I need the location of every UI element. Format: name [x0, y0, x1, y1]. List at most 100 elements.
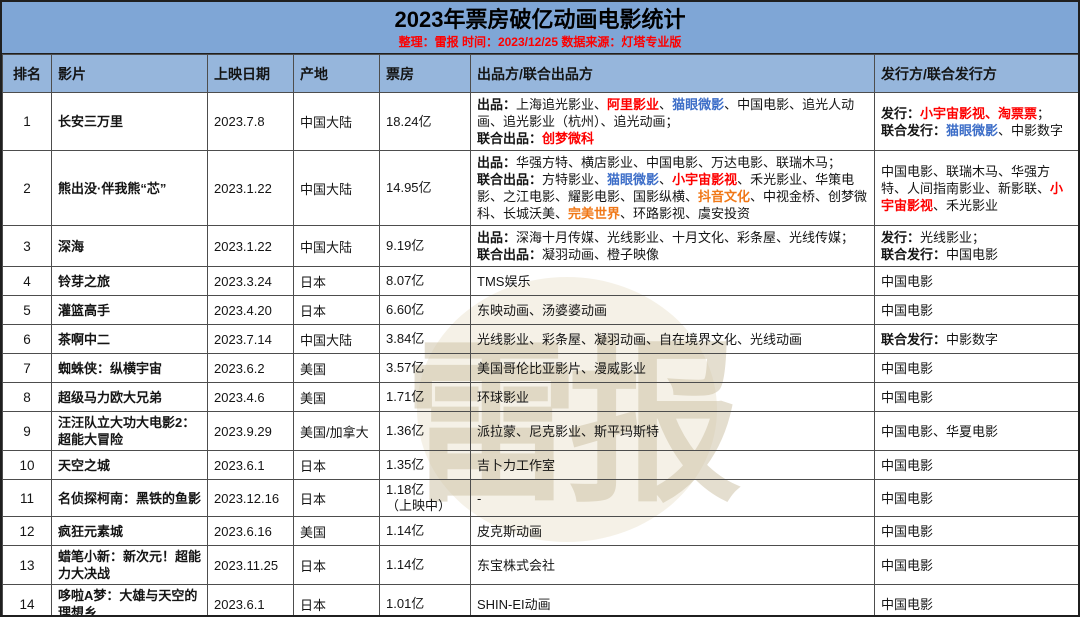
release-date-cell: 2023.6.1 — [208, 451, 294, 480]
distributors-cell: 中国电影 — [875, 383, 1080, 412]
rank-cell: 2 — [3, 151, 52, 226]
table-row: 2 熊出没·伴我熊“芯” 2023.1.22 中国大陆 14.95亿 出品：华强… — [3, 151, 1080, 226]
region-cell: 日本 — [294, 585, 380, 617]
rank-cell: 14 — [3, 585, 52, 617]
table-row: 6 茶啊中二 2023.7.14 中国大陆 3.84亿 光线影业、彩条屋、凝羽动… — [3, 325, 1080, 354]
producers-cell: - — [471, 480, 875, 517]
table-row: 4 铃芽之旅 2023.3.24 日本 8.07亿 TMS娱乐 中国电影 — [3, 267, 1080, 296]
rank-cell: 9 — [3, 412, 52, 451]
rank-cell: 4 — [3, 267, 52, 296]
distributors-cell: 中国电影 — [875, 585, 1080, 617]
region-cell: 美国 — [294, 517, 380, 546]
film-title-cell: 茶啊中二 — [52, 325, 208, 354]
rank-cell: 12 — [3, 517, 52, 546]
distributors-cell: 中国电影 — [875, 267, 1080, 296]
release-date-cell: 2023.6.16 — [208, 517, 294, 546]
table-row: 7 蜘蛛侠：纵横宇宙 2023.6.2 美国 3.57亿 美国哥伦比亚影片、漫威… — [3, 354, 1080, 383]
release-date-cell: 2023.1.22 — [208, 151, 294, 226]
spreadsheet-page: 雷报 2023年票房破亿动画电影统计 整理：雷报 时间：2023/12/25 数… — [0, 0, 1080, 617]
distributors-cell: 中国电影 — [875, 480, 1080, 517]
table-row: 8 超级马力欧大兄弟 2023.4.6 美国 1.71亿 环球影业 中国电影 — [3, 383, 1080, 412]
col-header-distributors: 发行方/联合发行方 — [875, 55, 1080, 93]
distributors-cell: 中国电影 — [875, 451, 1080, 480]
film-title-cell: 深海 — [52, 226, 208, 267]
producers-cell: 出品：深海十月传媒、光线影业、十月文化、彩条屋、光线传媒； 联合出品：凝羽动画、… — [471, 226, 875, 267]
region-cell: 中国大陆 — [294, 325, 380, 354]
boxoffice-cell: 1.35亿 — [380, 451, 471, 480]
boxoffice-cell: 14.95亿 — [380, 151, 471, 226]
table-row: 5 灌篮高手 2023.4.20 日本 6.60亿 东映动画、汤婆婆动画 中国电… — [3, 296, 1080, 325]
release-date-cell: 2023.7.14 — [208, 325, 294, 354]
rank-cell: 3 — [3, 226, 52, 267]
producers-cell: 吉卜力工作室 — [471, 451, 875, 480]
region-cell: 中国大陆 — [294, 226, 380, 267]
release-date-cell: 2023.6.1 — [208, 585, 294, 617]
film-title-cell: 长安三万里 — [52, 93, 208, 151]
boxoffice-cell: 1.18亿 （上映中） — [380, 480, 471, 517]
table-row: 14 哆啦A梦：大雄与天空的理想乡 2023.6.1 日本 1.01亿 SHIN… — [3, 585, 1080, 617]
release-date-cell: 2023.1.22 — [208, 226, 294, 267]
region-cell: 美国 — [294, 354, 380, 383]
rank-cell: 6 — [3, 325, 52, 354]
film-title-cell: 灌篮高手 — [52, 296, 208, 325]
distributors-cell: 中国电影 — [875, 296, 1080, 325]
rank-cell: 5 — [3, 296, 52, 325]
release-date-cell: 2023.12.16 — [208, 480, 294, 517]
distributors-cell: 中国电影 — [875, 546, 1080, 585]
header-row: 排名 影片 上映日期 产地 票房 出品方/联合出品方 发行方/联合发行方 — [3, 55, 1080, 93]
distributors-cell: 联合发行：中影数字 — [875, 325, 1080, 354]
film-title-cell: 名侦探柯南：黑铁的鱼影 — [52, 480, 208, 517]
table-row: 1 长安三万里 2023.7.8 中国大陆 18.24亿 出品：上海追光影业、阿… — [3, 93, 1080, 151]
producers-cell: SHIN-EI动画 — [471, 585, 875, 617]
table-row: 13 蜡笔小新：新次元！超能力大决战 2023.11.25 日本 1.14亿 东… — [3, 546, 1080, 585]
movies-table: 排名 影片 上映日期 产地 票房 出品方/联合出品方 发行方/联合发行方 1 长… — [2, 54, 1080, 617]
col-header-region: 产地 — [294, 55, 380, 93]
region-cell: 美国 — [294, 383, 380, 412]
release-date-cell: 2023.3.24 — [208, 267, 294, 296]
table-header: 排名 影片 上映日期 产地 票房 出品方/联合出品方 发行方/联合发行方 — [3, 55, 1080, 93]
film-title-cell: 蜘蛛侠：纵横宇宙 — [52, 354, 208, 383]
table-row: 11 名侦探柯南：黑铁的鱼影 2023.12.16 日本 1.18亿 （上映中）… — [3, 480, 1080, 517]
film-title-cell: 哆啦A梦：大雄与天空的理想乡 — [52, 585, 208, 617]
region-cell: 日本 — [294, 296, 380, 325]
region-cell: 美国/加拿大 — [294, 412, 380, 451]
producers-cell: 皮克斯动画 — [471, 517, 875, 546]
page-subtitle: 整理：雷报 时间：2023/12/25 数据来源：灯塔专业版 — [2, 34, 1078, 50]
rank-cell: 1 — [3, 93, 52, 151]
release-date-cell: 2023.9.29 — [208, 412, 294, 451]
title-band: 2023年票房破亿动画电影统计 整理：雷报 时间：2023/12/25 数据来源… — [2, 2, 1078, 54]
producers-cell: 出品：上海追光影业、阿里影业、猫眼微影、中国电影、追光人动画、追光影业（杭州）、… — [471, 93, 875, 151]
boxoffice-cell: 18.24亿 — [380, 93, 471, 151]
distributors-cell: 发行：光线影业； 联合发行：中国电影 — [875, 226, 1080, 267]
producers-cell: 环球影业 — [471, 383, 875, 412]
region-cell: 日本 — [294, 267, 380, 296]
film-title-cell: 汪汪队立大功大电影2：超能大冒险 — [52, 412, 208, 451]
release-date-cell: 2023.6.2 — [208, 354, 294, 383]
boxoffice-cell: 6.60亿 — [380, 296, 471, 325]
rank-cell: 7 — [3, 354, 52, 383]
film-title-cell: 超级马力欧大兄弟 — [52, 383, 208, 412]
film-title-cell: 蜡笔小新：新次元！超能力大决战 — [52, 546, 208, 585]
rank-cell: 10 — [3, 451, 52, 480]
release-date-cell: 2023.4.6 — [208, 383, 294, 412]
boxoffice-cell: 1.14亿 — [380, 546, 471, 585]
col-header-rank: 排名 — [3, 55, 52, 93]
table-row: 3 深海 2023.1.22 中国大陆 9.19亿 出品：深海十月传媒、光线影业… — [3, 226, 1080, 267]
boxoffice-cell: 8.07亿 — [380, 267, 471, 296]
release-date-cell: 2023.7.8 — [208, 93, 294, 151]
col-header-boxoffice: 票房 — [380, 55, 471, 93]
producers-cell: 派拉蒙、尼克影业、斯平玛斯特 — [471, 412, 875, 451]
region-cell: 日本 — [294, 451, 380, 480]
producers-cell: 东宝株式会社 — [471, 546, 875, 585]
release-date-cell: 2023.11.25 — [208, 546, 294, 585]
release-date-cell: 2023.4.20 — [208, 296, 294, 325]
boxoffice-cell: 1.14亿 — [380, 517, 471, 546]
boxoffice-cell: 3.84亿 — [380, 325, 471, 354]
region-cell: 日本 — [294, 546, 380, 585]
boxoffice-cell: 9.19亿 — [380, 226, 471, 267]
boxoffice-cell: 1.71亿 — [380, 383, 471, 412]
producers-cell: 东映动画、汤婆婆动画 — [471, 296, 875, 325]
film-title-cell: 疯狂元素城 — [52, 517, 208, 546]
region-cell: 中国大陆 — [294, 93, 380, 151]
region-cell: 日本 — [294, 480, 380, 517]
